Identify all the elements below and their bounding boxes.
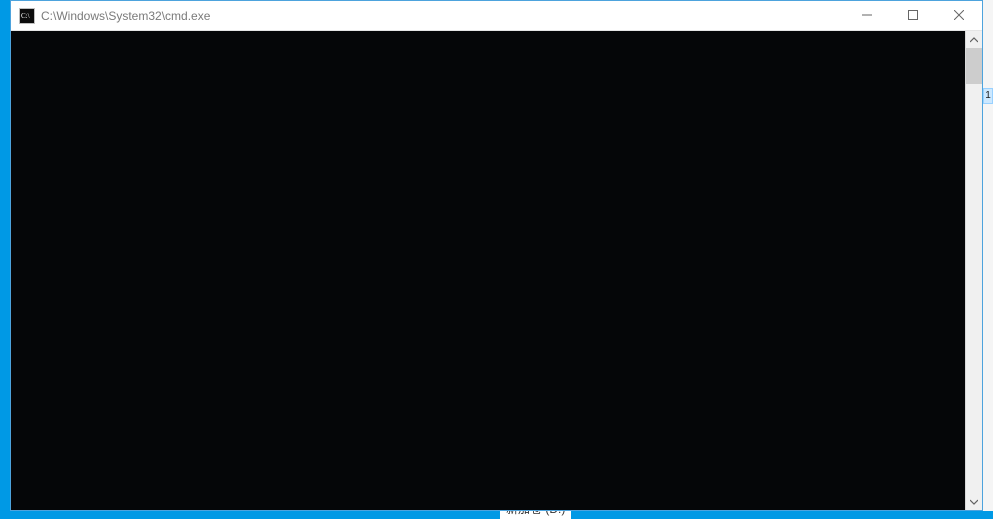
window-controls — [844, 1, 982, 30]
scroll-up-button[interactable] — [966, 31, 982, 48]
maximize-button[interactable] — [890, 1, 936, 30]
minimize-icon — [862, 8, 872, 23]
close-button[interactable] — [936, 1, 982, 30]
maximize-icon — [908, 8, 918, 23]
scrollbar-thumb[interactable] — [966, 48, 982, 84]
background-badge: 1 — [983, 88, 993, 104]
window-title: C:\Windows\System32\cmd.exe — [41, 9, 844, 23]
close-icon — [954, 8, 964, 23]
chevron-down-icon — [970, 494, 978, 509]
vertical-scrollbar[interactable] — [965, 31, 982, 510]
cmd-icon: C:\ — [19, 8, 35, 24]
cmd-window: C:\ C:\Windows\System32\cmd.exe — [10, 0, 983, 511]
titlebar[interactable]: C:\ C:\Windows\System32\cmd.exe — [11, 1, 982, 31]
client-area — [11, 31, 982, 510]
chevron-up-icon — [970, 32, 978, 47]
scrollbar-track[interactable] — [966, 48, 982, 493]
scroll-down-button[interactable] — [966, 493, 982, 510]
svg-text:C:\: C:\ — [21, 12, 30, 20]
minimize-button[interactable] — [844, 1, 890, 30]
terminal-output[interactable] — [11, 31, 965, 510]
